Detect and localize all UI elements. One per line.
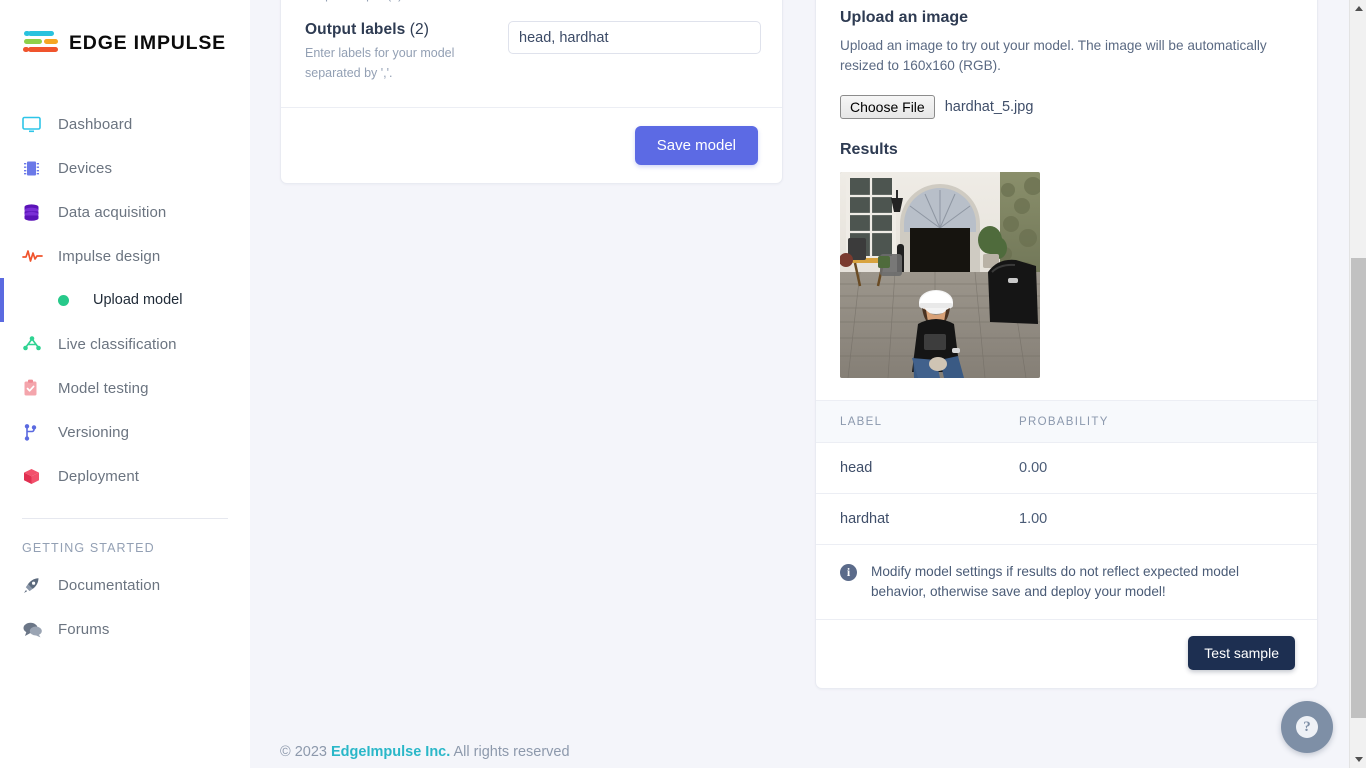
panels-row: "Other". Model output Output shape: (2) …: [250, 0, 1366, 689]
sidebar-item-label: Versioning: [58, 423, 130, 441]
table-row: head 0.00: [816, 442, 1317, 495]
results-note-text: Modify model settings if results do not …: [871, 564, 1239, 599]
network-icon: [22, 335, 48, 353]
cell-label: hardhat: [816, 493, 1019, 546]
sidebar-item-label: Devices: [58, 159, 113, 177]
sidebar-item-data-acquisition[interactable]: Data acquisition: [0, 190, 250, 234]
output-labels-label-bold: Output labels: [305, 21, 406, 39]
sidebar-item-label: Documentation: [58, 576, 161, 594]
sidebar-item-label: Impulse design: [58, 247, 161, 265]
output-labels-input[interactable]: [508, 21, 761, 55]
info-icon: i: [840, 564, 857, 582]
database-icon: [22, 203, 48, 222]
save-model-button[interactable]: Save model: [634, 126, 758, 166]
model-output-control-col: Classification Regression Object detecti…: [508, 0, 761, 5]
model-settings-card: "Other". Model output Output shape: (2) …: [280, 0, 783, 185]
sidebar-item-dashboard[interactable]: Dashboard: [0, 102, 250, 146]
question-mark-icon: ?: [1296, 716, 1318, 738]
footer-rights: All rights reserved: [453, 744, 570, 760]
output-labels-label-col: Output labels (2) Enter labels for your …: [305, 21, 508, 83]
selected-file-name: hardhat_5.jpg: [944, 99, 1034, 116]
sidebar-item-label: Model testing: [58, 379, 149, 397]
upload-image-top: model processing. (optional) Upload an i…: [816, 0, 1317, 400]
footer-company[interactable]: EdgeImpulse Inc.: [331, 744, 450, 760]
scroll-up-arrow-icon[interactable]: [1350, 0, 1366, 17]
sidebar-nav: Dashboard Devices Data acquisition Impul…: [0, 102, 250, 651]
cell-probability: 0.00: [1019, 442, 1317, 495]
sidebar-item-live-classification[interactable]: Live classification: [0, 322, 250, 366]
sidebar: EDGE IMPULSE Dashboard Devices Data acqu: [0, 0, 250, 768]
status-dot-icon: [58, 294, 69, 306]
results-note: i Modify model settings if results do no…: [816, 545, 1317, 620]
chip-icon: [22, 159, 48, 178]
sidebar-item-devices[interactable]: Devices: [0, 146, 250, 190]
result-image-thumbnail: [840, 172, 1040, 379]
model-output-row: Model output Output shape: (2) Classific…: [305, 0, 758, 5]
scroll-down-arrow-icon[interactable]: [1350, 751, 1366, 768]
column-header-label: LABEL: [816, 400, 1019, 444]
model-output-label-col: Model output Output shape: (2): [305, 0, 508, 5]
upload-description: Upload an image to try out your model. T…: [840, 38, 1267, 73]
output-labels-count: (2): [409, 21, 430, 39]
output-labels-control-col: [508, 21, 761, 83]
courtyard-photo: [840, 172, 1040, 379]
help-button[interactable]: ?: [1281, 701, 1333, 753]
branch-icon: [22, 423, 48, 442]
scrollbar-thumb[interactable]: [1351, 258, 1366, 718]
cube-icon: [22, 467, 48, 486]
upload-image-card: model processing. (optional) Upload an i…: [815, 0, 1318, 689]
monitor-icon: [22, 116, 48, 133]
results-table-head: LABEL PROBABILITY: [816, 400, 1317, 444]
sidebar-item-impulse-design[interactable]: Impulse design: [0, 234, 250, 278]
brand-name: EDGE IMPULSE: [69, 31, 226, 54]
sidebar-item-upload-model[interactable]: Upload model: [0, 278, 250, 322]
output-labels-hint: Enter labels for your model separated by…: [305, 46, 455, 80]
sidebar-item-label: Live classification: [58, 335, 177, 353]
model-settings-body: Model output Output shape: (2) Classific…: [281, 0, 782, 83]
sidebar-item-label: Deployment: [58, 467, 140, 485]
active-indicator: [0, 278, 4, 322]
output-labels-label: Output labels (2): [305, 21, 496, 39]
file-input-row: Choose File hardhat_5.jpg: [840, 95, 1293, 120]
cell-probability: 1.00: [1019, 493, 1317, 546]
table-row: hardhat 1.00: [816, 493, 1317, 546]
page-scrollbar[interactable]: [1349, 0, 1366, 768]
test-sample-button[interactable]: Test sample: [1188, 636, 1295, 670]
main-content: "Other". Model output Output shape: (2) …: [250, 0, 1366, 768]
results-header-row: LABEL PROBABILITY: [816, 400, 1317, 444]
output-labels-row: Output labels (2) Enter labels for your …: [305, 5, 761, 83]
app-root: EDGE IMPULSE Dashboard Devices Data acqu: [0, 0, 1366, 768]
model-output-hint: Output shape: (2): [305, 0, 496, 5]
sidebar-item-documentation[interactable]: Documentation: [0, 563, 250, 607]
upload-heading: Upload an image: [840, 9, 969, 26]
sidebar-item-versioning[interactable]: Versioning: [0, 410, 250, 454]
sidebar-item-label: Data acquisition: [58, 203, 167, 221]
edge-impulse-logo-icon: [22, 28, 60, 58]
model-settings-footer: Save model: [281, 107, 782, 183]
sidebar-item-label: Forums: [58, 620, 110, 638]
sidebar-section-title: GETTING STARTED: [22, 541, 155, 555]
footer-copyright: © 2023: [280, 744, 327, 760]
sidebar-item-deployment[interactable]: Deployment: [0, 454, 250, 498]
waveform-icon: [22, 248, 48, 264]
clipboard-check-icon: [22, 379, 48, 398]
brand-logo[interactable]: EDGE IMPULSE: [0, 0, 250, 62]
page-footer: © 2023 EdgeImpulse Inc. All rights reser…: [250, 744, 1366, 768]
sidebar-subitem-label: Upload model: [93, 292, 183, 308]
cell-label: head: [816, 442, 1019, 495]
upload-card-footer: Test sample: [816, 620, 1317, 688]
sidebar-item-forums[interactable]: Forums: [0, 607, 250, 651]
chat-icon: [22, 621, 48, 638]
results-table-body: head 0.00 hardhat 1.00: [816, 442, 1317, 546]
sidebar-item-label: Dashboard: [58, 115, 133, 133]
rocket-icon: [22, 576, 48, 595]
results-table: LABEL PROBABILITY head 0.00 hardhat 1.00: [816, 400, 1317, 546]
results-heading: Results: [840, 141, 898, 159]
choose-file-button[interactable]: Choose File: [840, 95, 935, 120]
sidebar-item-model-testing[interactable]: Model testing: [0, 366, 250, 410]
column-header-probability: PROBABILITY: [1019, 400, 1317, 444]
